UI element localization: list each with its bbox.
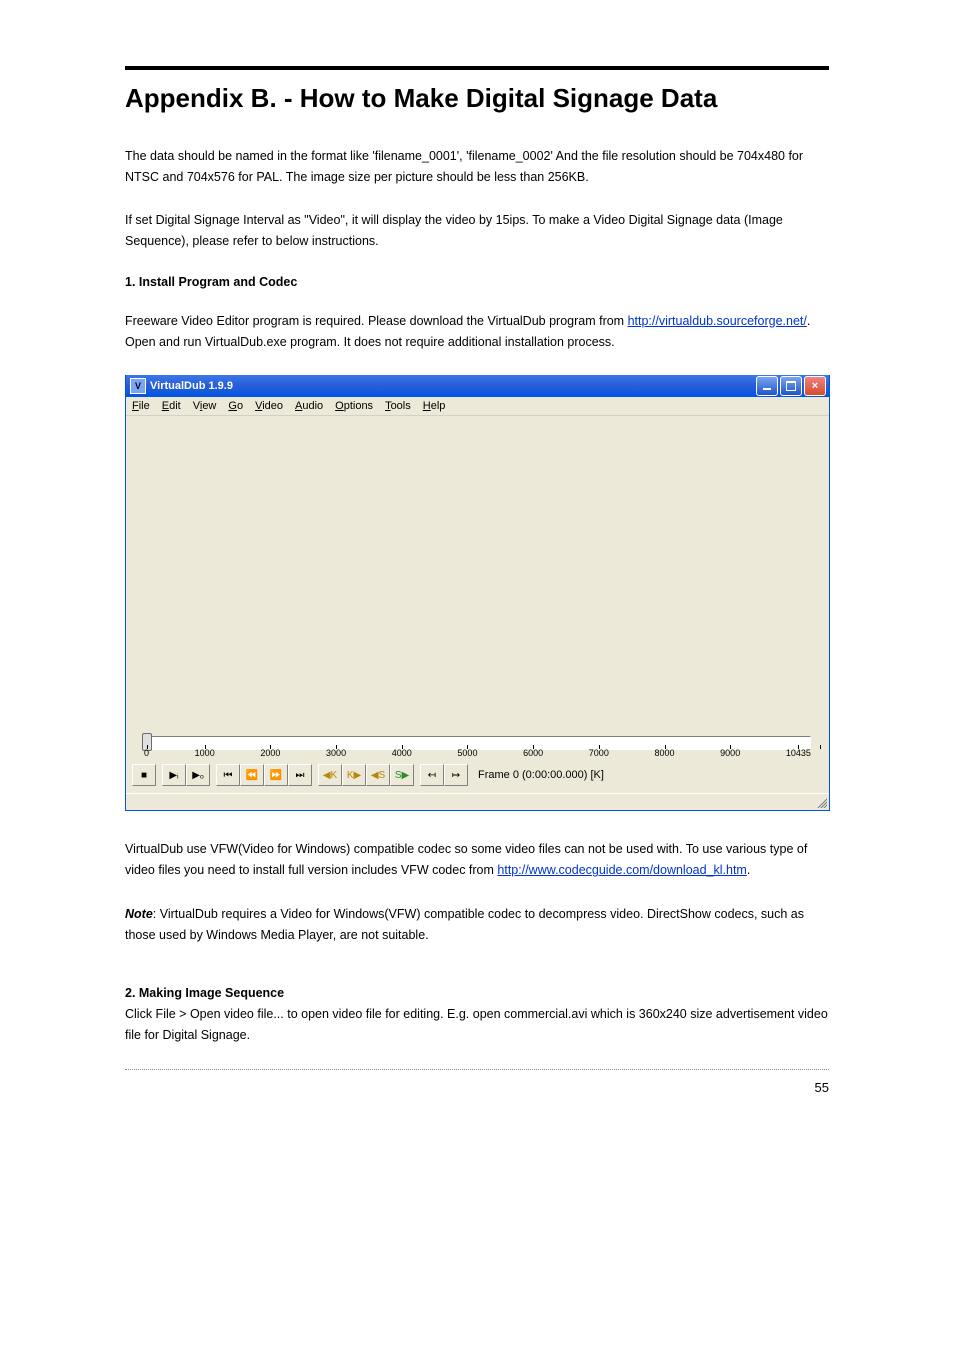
- tick: 1000: [195, 748, 215, 760]
- top-rule: [125, 66, 829, 70]
- tick: 7000: [589, 748, 609, 760]
- transport-controls: ■ ▶ᵢ ▶ₒ ⏮ ⏪ ⏩ ⏭ ◀K K▶ ◀S S▶ ↤ ↦ Fra: [126, 760, 829, 793]
- key-prev-button[interactable]: ◀K: [318, 764, 342, 786]
- menu-help[interactable]: Help: [423, 400, 446, 412]
- play-output-button[interactable]: ▶ₒ: [186, 764, 210, 786]
- note-label: Note: [125, 907, 153, 921]
- tick: 9000: [720, 748, 740, 760]
- scene-prev-button[interactable]: ◀S: [366, 764, 390, 786]
- titlebar: V VirtualDub 1.9.9 ×: [126, 375, 829, 397]
- mark-in-button[interactable]: ↤: [420, 764, 444, 786]
- resize-grip-icon[interactable]: [815, 796, 827, 808]
- scene-next-button[interactable]: S▶: [390, 764, 414, 786]
- footer-rule: [125, 1069, 829, 1070]
- play-input-button[interactable]: ▶ᵢ: [162, 764, 186, 786]
- close-button[interactable]: ×: [804, 376, 826, 396]
- menu-edit[interactable]: Edit: [162, 400, 181, 412]
- page-number: 55: [125, 1080, 829, 1095]
- menu-bar: File Edit View Go Video Audio Options To…: [126, 397, 829, 416]
- menu-tools[interactable]: Tools: [385, 400, 411, 412]
- menu-video[interactable]: Video: [255, 400, 283, 412]
- section-1-pre: Freeware Video Editor program is require…: [125, 314, 628, 328]
- tick: 4000: [392, 748, 412, 760]
- menu-file[interactable]: File: [132, 400, 150, 412]
- maximize-button[interactable]: [780, 376, 802, 396]
- codec-post: .: [747, 863, 750, 877]
- section-1-title: 1. Install Program and Codec: [125, 275, 829, 289]
- tick: 10435: [786, 748, 811, 760]
- frame-label: Frame 0 (0:00:00.000) [K]: [478, 769, 604, 781]
- go-start-button[interactable]: ⏮: [216, 764, 240, 786]
- step-back-button[interactable]: ⏪: [240, 764, 264, 786]
- virtualdub-link[interactable]: http://virtualdub.sourceforge.net/: [628, 314, 807, 328]
- section-1-text: Freeware Video Editor program is require…: [125, 311, 829, 354]
- video-canvas: [126, 416, 829, 736]
- note-text: : VirtualDub requires a Video for Window…: [125, 907, 804, 942]
- section-2-text: Click File > Open video file... to open …: [125, 1004, 829, 1047]
- tick: 8000: [654, 748, 674, 760]
- tick: 0: [144, 748, 149, 760]
- timeline[interactable]: 0 1000 2000 3000 4000 5000 6000 7000 800…: [134, 736, 821, 760]
- minimize-button[interactable]: [756, 376, 778, 396]
- step-fwd-button[interactable]: ⏩: [264, 764, 288, 786]
- menu-go[interactable]: Go: [228, 400, 243, 412]
- codecguide-link[interactable]: http://www.codecguide.com/download_kl.ht…: [497, 863, 746, 877]
- note-paragraph: Note: VirtualDub requires a Video for Wi…: [125, 904, 829, 947]
- intro-naming: The data should be named in the format l…: [125, 146, 829, 189]
- tick: 6000: [523, 748, 543, 760]
- stop-button[interactable]: ■: [132, 764, 156, 786]
- menu-options[interactable]: Options: [335, 400, 373, 412]
- window-title: VirtualDub 1.9.9: [150, 380, 756, 392]
- menu-view[interactable]: View: [193, 400, 217, 412]
- tick: 5000: [457, 748, 477, 760]
- page-title: Appendix B. - How to Make Digital Signag…: [125, 80, 829, 118]
- app-icon: V: [130, 378, 146, 394]
- window-buttons: ×: [756, 376, 829, 396]
- status-bar: [126, 793, 829, 810]
- tick: 2000: [260, 748, 280, 760]
- go-end-button[interactable]: ⏭: [288, 764, 312, 786]
- timeline-ticks: 0 1000 2000 3000 4000 5000 6000 7000 800…: [144, 748, 811, 760]
- tick: 3000: [326, 748, 346, 760]
- mark-out-button[interactable]: ↦: [444, 764, 468, 786]
- section-2-title: 2. Making Image Sequence: [125, 986, 829, 1000]
- codec-paragraph: VirtualDub use VFW(Video for Windows) co…: [125, 839, 829, 882]
- virtualdub-window: V VirtualDub 1.9.9 × File Edit View Go V…: [125, 375, 830, 811]
- intro-video: If set Digital Signage Interval as "Vide…: [125, 210, 829, 253]
- menu-audio[interactable]: Audio: [295, 400, 323, 412]
- key-next-button[interactable]: K▶: [342, 764, 366, 786]
